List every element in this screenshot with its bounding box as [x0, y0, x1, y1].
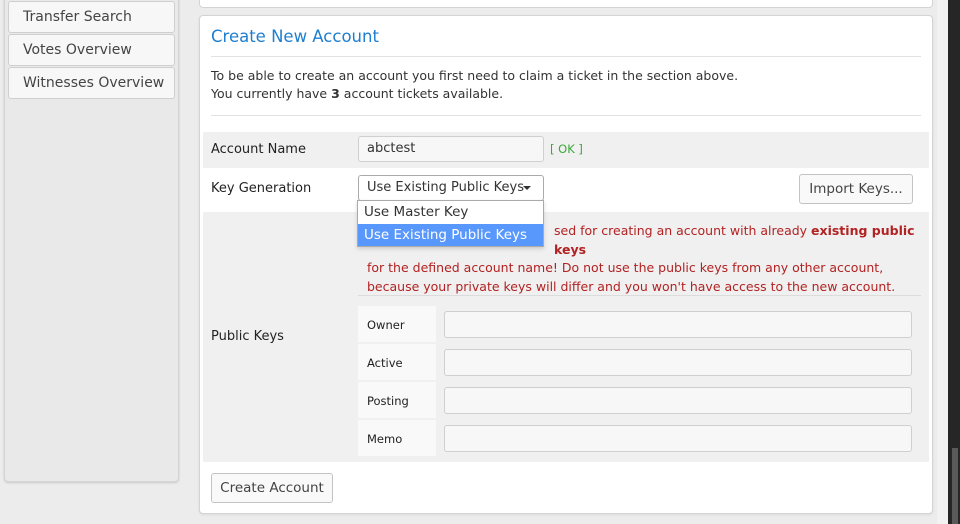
intro-text: To be able to create an account you firs…: [211, 67, 738, 103]
key-generation-label: Key Generation: [211, 181, 312, 196]
owner-key-input[interactable]: [444, 311, 912, 338]
posting-label: Posting: [367, 394, 409, 408]
title-divider: [211, 56, 921, 57]
dropdown-option-master-key[interactable]: Use Master Key: [358, 201, 543, 224]
previous-section-panel: [199, 0, 933, 8]
account-name-status: [ OK ]: [550, 142, 583, 156]
panel-title: Create New Account: [211, 27, 379, 46]
sidebar: Transfer Search Votes Overview Witnesses…: [4, 0, 179, 482]
key-generation-dropdown[interactable]: Use Master Key Use Existing Public Keys: [357, 200, 544, 247]
sidebar-item-witnesses-overview[interactable]: Witnesses Overview: [8, 67, 175, 99]
sidebar-item-transfer-search[interactable]: Transfer Search: [8, 1, 175, 33]
ticket-count: 3: [331, 86, 340, 101]
posting-key-input[interactable]: [444, 387, 912, 414]
window-edge: [948, 0, 960, 524]
memo-key-input[interactable]: [444, 425, 912, 452]
memo-label: Memo: [367, 432, 403, 446]
keys-divider: [358, 295, 921, 296]
account-name-input[interactable]: abctest: [358, 136, 544, 162]
key-generation-selected: Use Existing Public Keys: [367, 180, 524, 195]
intro-divider: [211, 115, 921, 116]
create-account-panel: Create New Account To be able to create …: [199, 15, 933, 514]
key-generation-select[interactable]: Use Existing Public Keys: [358, 175, 544, 201]
active-label: Active: [367, 356, 403, 370]
dropdown-option-existing-public-keys[interactable]: Use Existing Public Keys: [358, 223, 543, 246]
scrollbar-track[interactable]: [937, 0, 948, 524]
active-key-input[interactable]: [444, 349, 912, 376]
sidebar-item-votes-overview[interactable]: Votes Overview: [8, 34, 175, 66]
public-keys-label: Public Keys: [211, 329, 284, 344]
intro-line-1: To be able to create an account you firs…: [211, 68, 739, 83]
owner-label: Owner: [367, 318, 405, 332]
intro-line-2: You currently have 3 account tickets ava…: [211, 86, 504, 101]
chevron-down-icon: [523, 186, 531, 190]
account-name-label: Account Name: [211, 142, 306, 157]
create-account-button[interactable]: Create Account: [211, 473, 333, 503]
import-keys-button[interactable]: Import Keys...: [799, 174, 913, 204]
scrollbar-thumb[interactable]: [952, 448, 958, 524]
